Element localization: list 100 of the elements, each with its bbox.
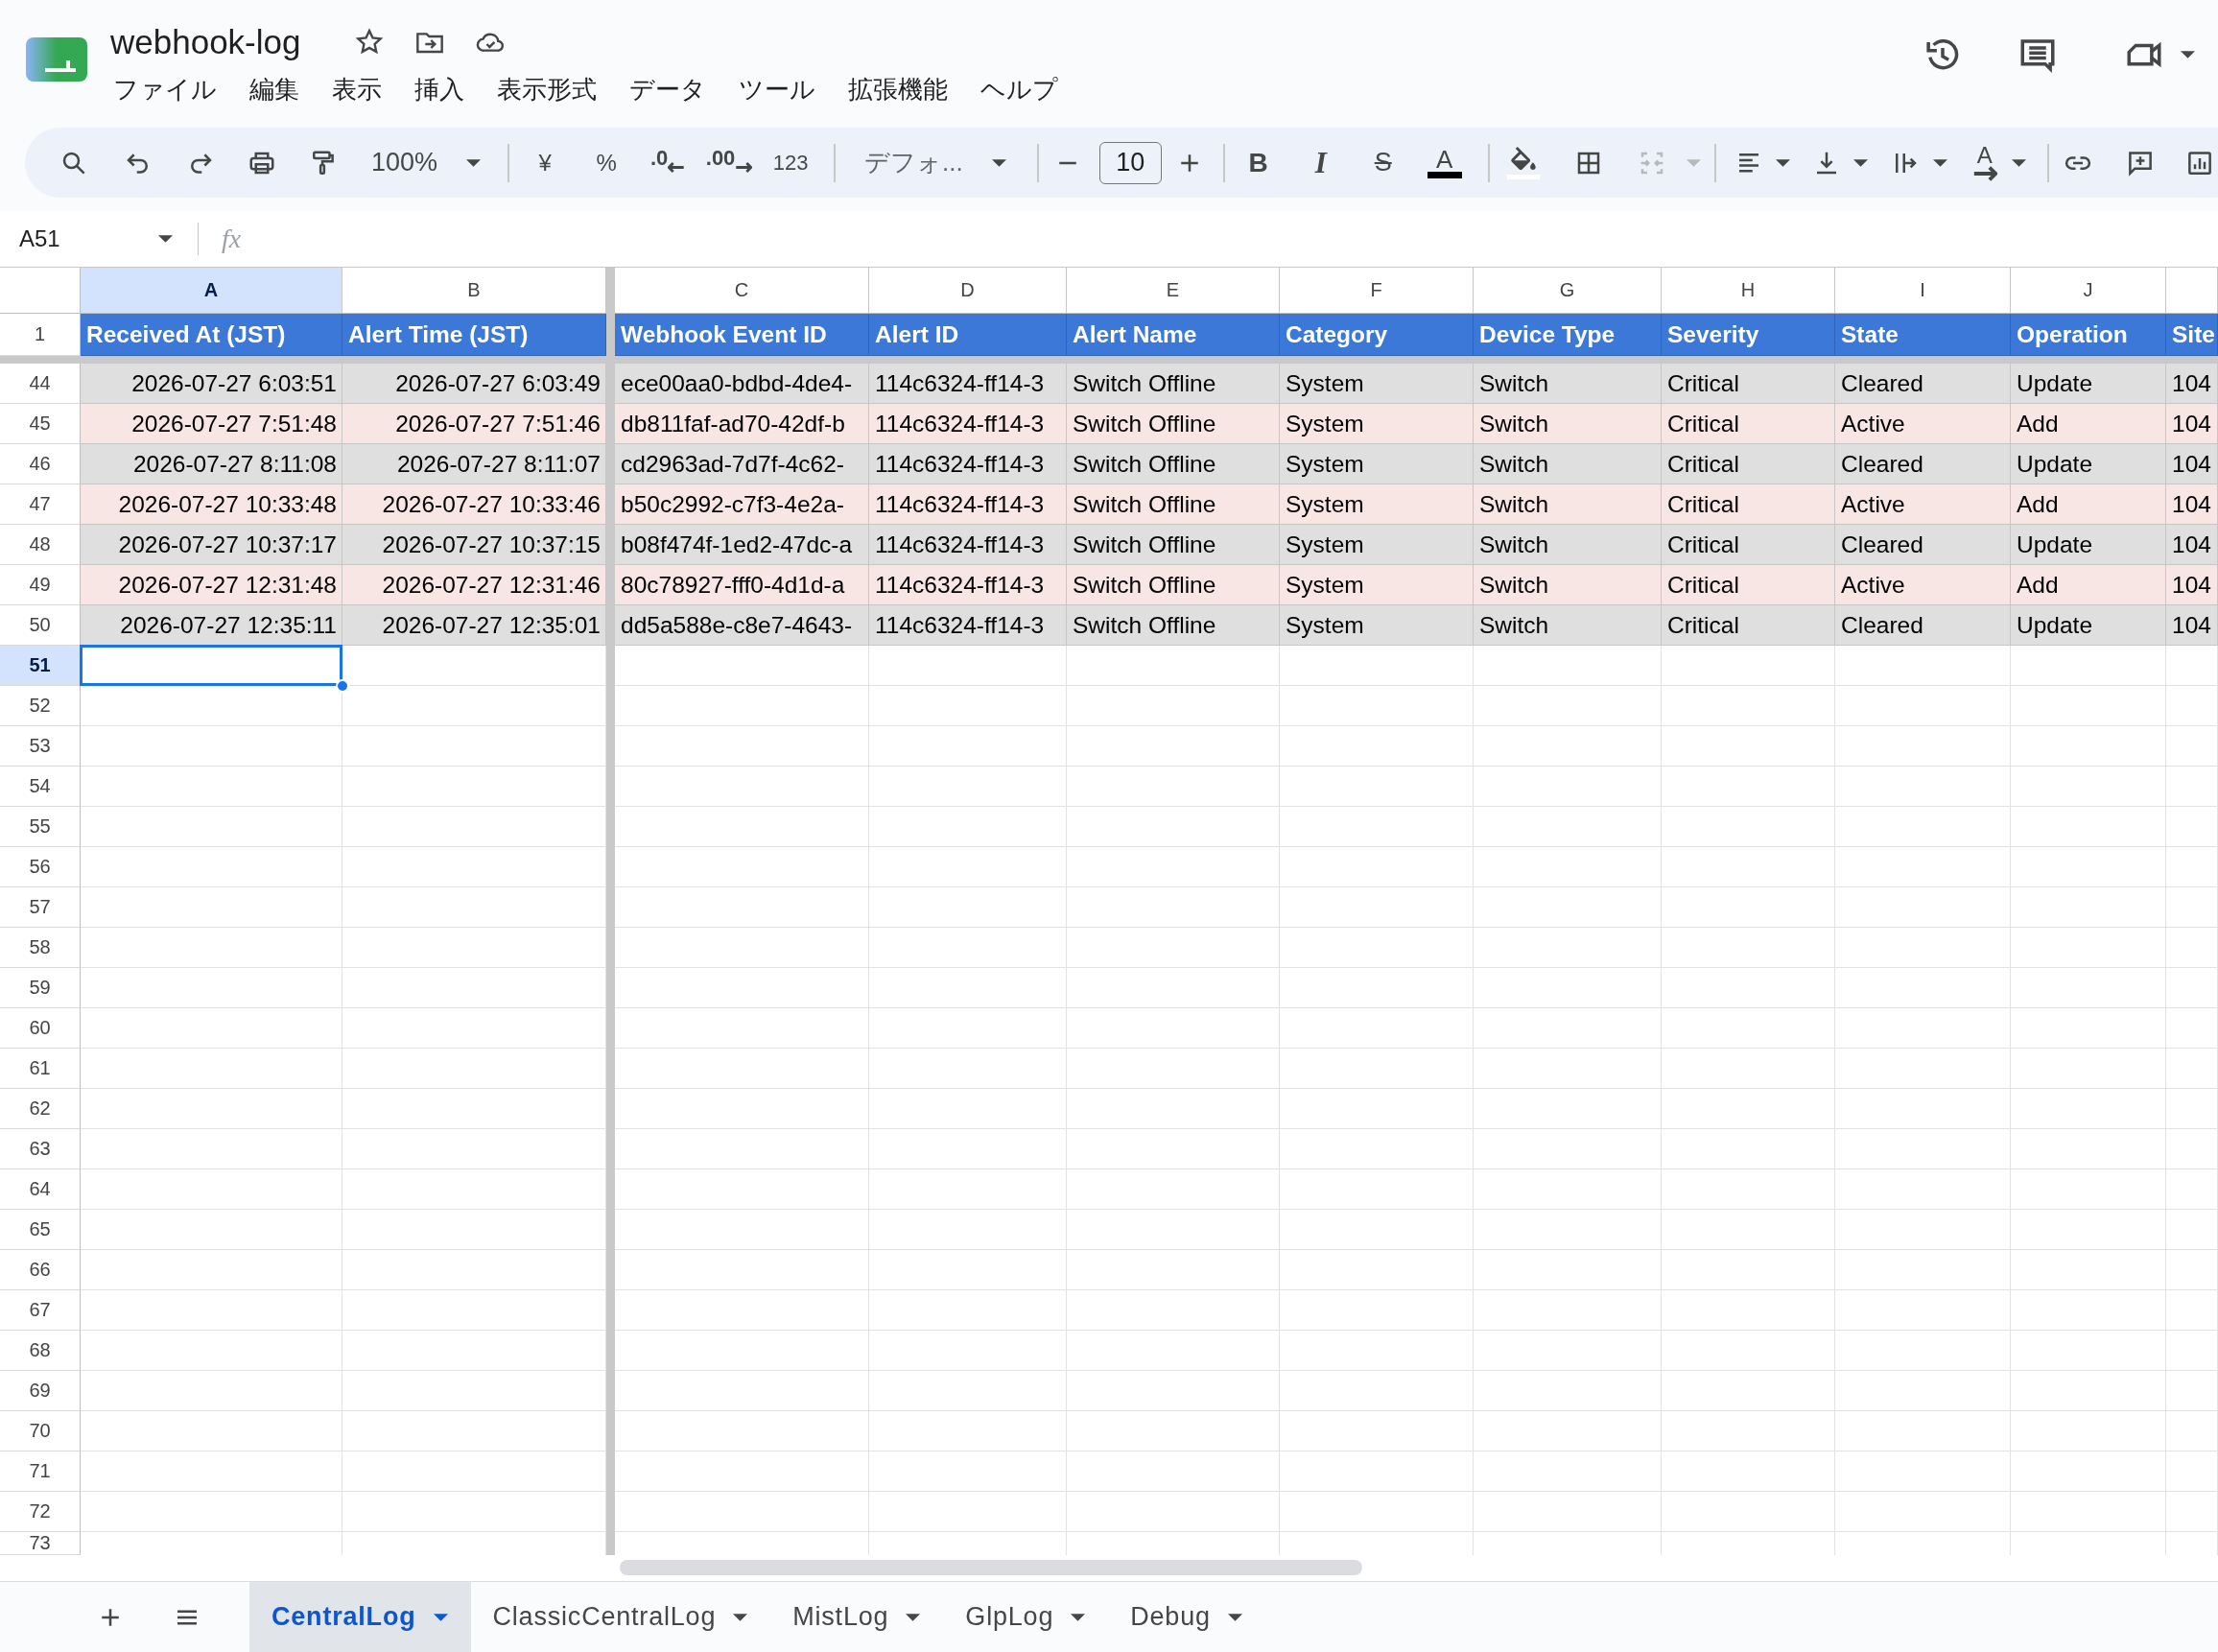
caret-icon[interactable] [433, 1613, 448, 1621]
row-header[interactable]: 60 [0, 1008, 81, 1049]
column-header[interactable]: E [1067, 268, 1280, 314]
menu-item[interactable]: 拡張機能 [848, 72, 948, 106]
row-header[interactable]: 45 [0, 404, 81, 444]
row-header[interactable]: 46 [0, 444, 81, 484]
sheet-tab[interactable]: MistLog [770, 1582, 944, 1652]
zoom-dropdown[interactable]: 100% [366, 139, 487, 186]
row-header[interactable]: 44 [0, 364, 81, 404]
text-rotation-button[interactable]: A [1970, 139, 1999, 186]
percent-button[interactable]: % [576, 139, 638, 186]
row-header[interactable]: 68 [0, 1331, 81, 1371]
column-header[interactable]: F [1280, 268, 1474, 314]
sheet-tab[interactable]: CentralLog [249, 1582, 471, 1652]
name-box[interactable]: A51 [0, 211, 192, 267]
menu-item[interactable]: ファイル [113, 72, 217, 106]
row-header[interactable]: 51 [0, 646, 81, 686]
header-cell: Category [1280, 314, 1474, 356]
currency-button[interactable]: ¥ [514, 139, 577, 186]
row-header[interactable]: 53 [0, 726, 81, 767]
sheet-tab[interactable]: Debug [1108, 1582, 1265, 1652]
header-cell: Severity [1662, 314, 1835, 356]
column-header[interactable]: D [869, 268, 1067, 314]
menu-item[interactable]: データ [629, 72, 706, 106]
fill-handle[interactable] [336, 679, 349, 693]
row-header[interactable]: 61 [0, 1049, 81, 1089]
row-header[interactable]: 65 [0, 1210, 81, 1250]
row-header[interactable]: 67 [0, 1290, 81, 1331]
row-header[interactable]: 63 [0, 1129, 81, 1169]
row-header[interactable]: 57 [0, 887, 81, 928]
menu-item[interactable]: ヘルプ [980, 72, 1058, 106]
column-header[interactable]: I [1835, 268, 2011, 314]
italic-button[interactable]: I [1296, 139, 1345, 186]
font-size-field[interactable]: 10 [1098, 141, 1162, 184]
app-logo[interactable] [26, 35, 87, 84]
row-header[interactable]: 71 [0, 1451, 81, 1492]
font-dropdown[interactable]: デフォ... [859, 139, 1012, 186]
row-header[interactable]: 58 [0, 928, 81, 968]
row-header[interactable]: 49 [0, 565, 81, 605]
row-header[interactable]: 1 [0, 314, 81, 356]
document-title[interactable]: webhook-log [110, 23, 301, 61]
header-cell: Webhook Event ID [615, 314, 869, 356]
color-bar-icon [1427, 172, 1462, 178]
column-header[interactable]: J [2011, 268, 2166, 314]
column-header[interactable]: G [1474, 268, 1662, 314]
column-header[interactable]: A [81, 268, 342, 314]
table-cell: Switch Offline [1067, 605, 1280, 646]
scrollbar-thumb[interactable] [620, 1560, 1362, 1575]
row-header[interactable]: 66 [0, 1250, 81, 1290]
row-header[interactable]: 59 [0, 968, 81, 1008]
column-header[interactable]: B [342, 268, 606, 314]
caret-icon[interactable] [158, 235, 173, 243]
column-header[interactable]: C [615, 268, 869, 314]
menu-item[interactable]: ツール [739, 72, 815, 106]
caret-icon[interactable] [1775, 158, 1790, 167]
row-header[interactable]: 72 [0, 1492, 81, 1532]
caret-icon[interactable] [466, 158, 482, 167]
menu-item[interactable]: 表示形式 [497, 72, 597, 106]
menu-item[interactable]: 編集 [249, 72, 299, 106]
row-header[interactable]: 70 [0, 1411, 81, 1451]
row-header[interactable]: 69 [0, 1371, 81, 1411]
row-header[interactable]: 52 [0, 686, 81, 726]
caret-icon[interactable] [991, 158, 1006, 167]
header-cell: Operation [2011, 314, 2166, 356]
caret-icon[interactable] [1932, 158, 1947, 167]
row-header[interactable]: 55 [0, 807, 81, 847]
table-cell: Switch [1474, 605, 1662, 646]
row-header[interactable]: 64 [0, 1169, 81, 1210]
sheet-tab[interactable]: ClassicCentralLog [470, 1582, 771, 1652]
row-header[interactable]: 54 [0, 767, 81, 807]
decrease-decimal-button[interactable]: .0 [637, 139, 699, 186]
header-cell: Alert Time (JST) [342, 314, 606, 356]
caret-icon[interactable] [1227, 1613, 1242, 1621]
menu-item[interactable]: 挿入 [414, 72, 464, 106]
caret-icon[interactable] [1071, 1613, 1086, 1621]
caret-icon[interactable] [2181, 51, 2195, 59]
caret-icon[interactable] [2011, 158, 2026, 167]
caret-icon[interactable] [733, 1613, 748, 1621]
column-header[interactable]: H [1662, 268, 1835, 314]
caret-icon[interactable] [906, 1613, 921, 1621]
menu-item[interactable]: 表示 [332, 72, 382, 106]
arrow-right-icon [735, 161, 753, 173]
header-cell: Received At (JST) [81, 314, 342, 356]
row-header[interactable]: 62 [0, 1089, 81, 1129]
row-header[interactable]: 56 [0, 847, 81, 887]
row-header[interactable]: 47 [0, 484, 81, 525]
row-header[interactable]: 48 [0, 525, 81, 565]
arrow-right-icon [1971, 165, 1997, 181]
caret-icon[interactable] [1852, 158, 1868, 167]
bold-button[interactable]: B [1234, 139, 1283, 186]
strikethrough-button[interactable]: S [1358, 139, 1407, 186]
text-color-button[interactable]: A [1420, 139, 1469, 186]
selected-cell[interactable] [80, 645, 342, 686]
row-header[interactable]: 73 [0, 1532, 81, 1555]
paint-bucket-icon[interactable] [1506, 146, 1540, 179]
number-format-button[interactable]: 123 [760, 139, 822, 186]
sheet-tab[interactable]: GlpLog [943, 1582, 1109, 1652]
header-cell: Alert Name [1067, 314, 1280, 356]
increase-decimal-button[interactable]: .00 [698, 139, 761, 186]
row-header[interactable]: 50 [0, 605, 81, 646]
